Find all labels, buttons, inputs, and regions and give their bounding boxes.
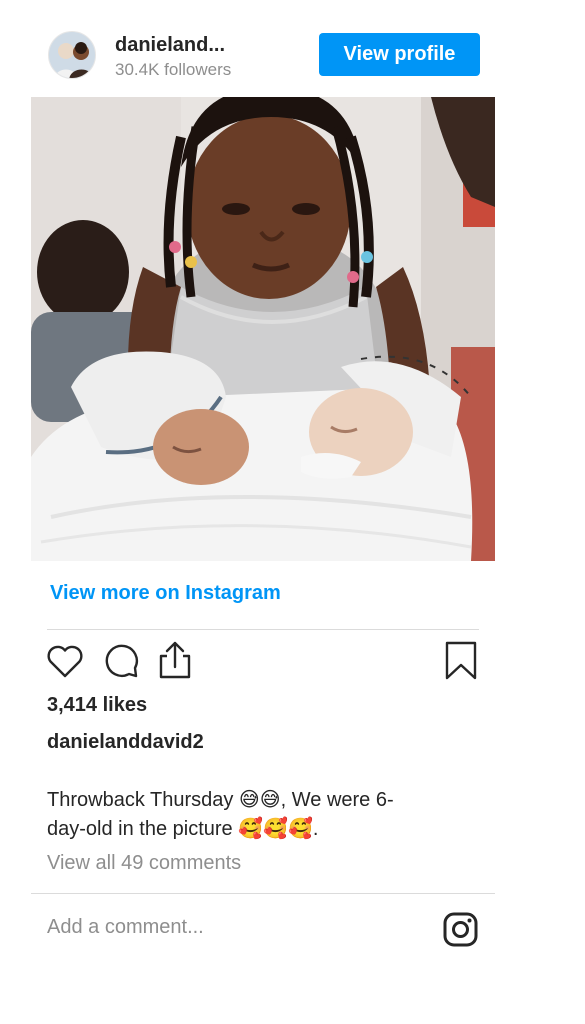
caption-line-2: day-old in the picture 🥰🥰🥰. [47, 818, 319, 840]
view-profile-button[interactable]: View profile [319, 33, 480, 76]
follower-count: 30.4K followers [115, 60, 232, 79]
bookmark-icon[interactable] [445, 641, 477, 681]
post-header: danieland... 30.4K followers View profil… [48, 30, 480, 82]
heart-icon[interactable] [46, 643, 84, 679]
post-photo [31, 97, 495, 561]
caption-username[interactable]: danielanddavid2 [47, 731, 204, 754]
instagram-embed: danieland... 30.4K followers View profil… [0, 0, 585, 1024]
divider-top [47, 629, 479, 630]
share-icon[interactable] [157, 640, 193, 680]
divider-bottom [31, 893, 495, 894]
avatar-image [49, 32, 95, 78]
view-more-link[interactable]: View more on Instagram [50, 582, 281, 605]
caption-line-1: Throwback Thursday 😅😅, We were 6- [47, 789, 394, 811]
add-comment-input[interactable]: Add a comment... [47, 916, 204, 939]
username[interactable]: danieland... [115, 34, 225, 57]
caption-text: Throwback Thursday 😅😅, We were 6- day-ol… [47, 786, 467, 844]
post-image[interactable] [31, 97, 495, 561]
profile-avatar[interactable] [48, 31, 96, 79]
view-comments-link[interactable]: View all 49 comments [47, 852, 241, 875]
comment-bubble-icon[interactable] [102, 642, 140, 680]
likes-count[interactable]: 3,414 likes [47, 694, 147, 717]
instagram-logo-icon[interactable] [443, 912, 478, 947]
